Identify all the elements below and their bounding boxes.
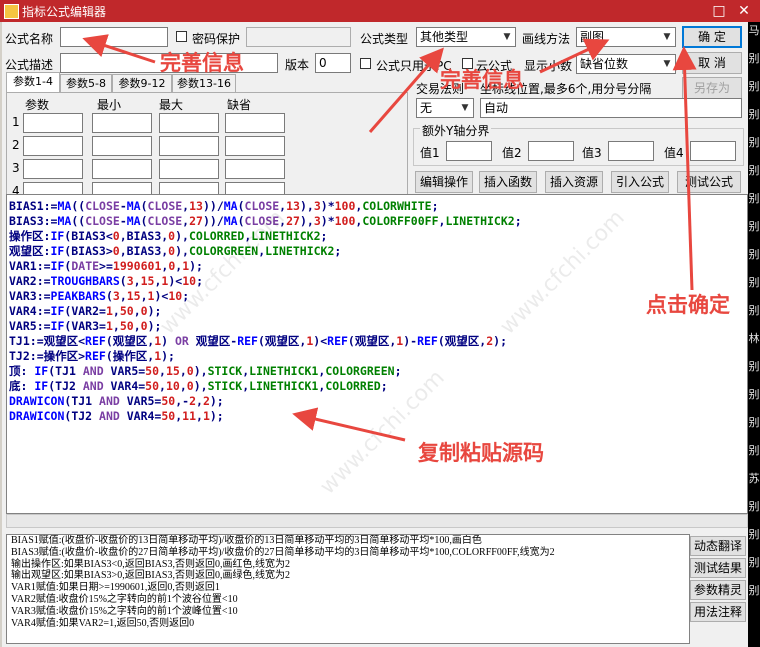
- annotation-arrows: [82, 34, 697, 442]
- arrow-to-ok: [672, 46, 697, 291]
- annotation-complete-info: 完善信息: [160, 51, 244, 75]
- arrow-to-code: [292, 407, 406, 442]
- annotation-complete-info-2: 完善信息: [440, 68, 524, 92]
- annotation-click-ok: 点击确定: [646, 293, 730, 317]
- arrow-to-draw: [539, 38, 610, 74]
- arrow-to-type: [368, 47, 444, 133]
- arrow-to-name: [82, 34, 156, 64]
- annotation-paste-code: 复制粘贴源码: [418, 441, 544, 465]
